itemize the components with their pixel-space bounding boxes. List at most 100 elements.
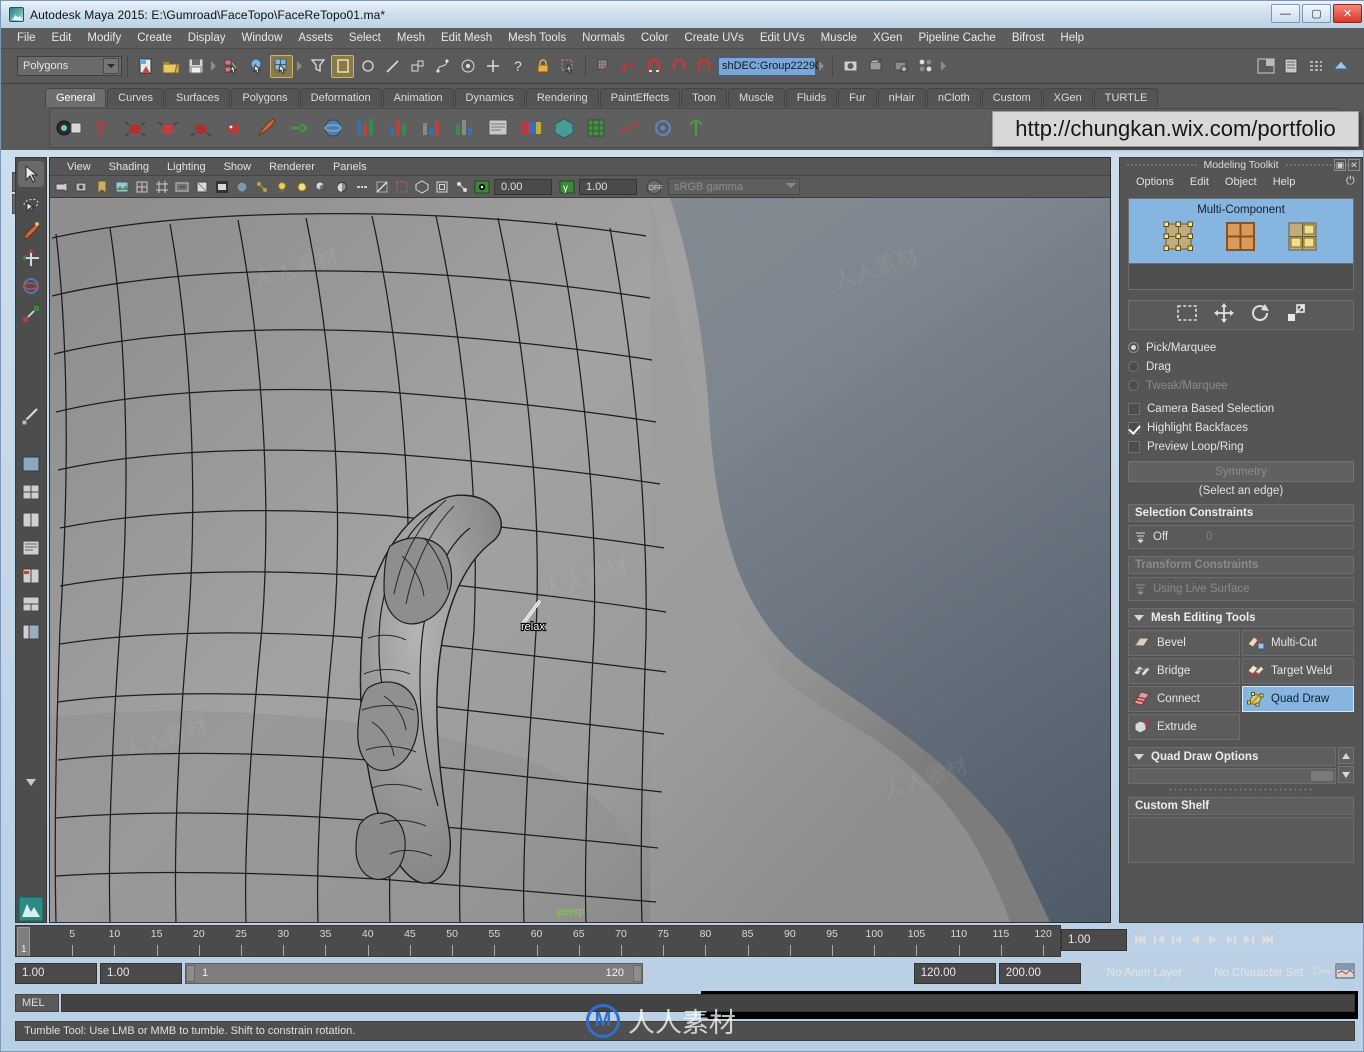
construction-history-icon[interactable] [617,55,640,78]
symmetry-button[interactable]: Symmetry [1128,461,1354,482]
toggle-sidebar-icon[interactable] [1254,55,1277,78]
magnet-icon-1[interactable] [642,55,665,78]
toolbar-collapse-arrow-3[interactable] [818,55,825,77]
menu-item-normals[interactable]: Normals [574,30,633,46]
minimize-button[interactable]: — [1271,4,1300,23]
quad-draw-options-body[interactable] [1128,768,1336,784]
shelf-tab-rendering[interactable]: Rendering [525,88,599,107]
menu-item-file[interactable]: File [9,30,44,46]
menu-item-window[interactable]: Window [233,30,290,46]
menu-item-pipeline-cache[interactable]: Pipeline Cache [910,30,1003,46]
paint-select-tool-icon[interactable] [18,217,44,243]
radio-button[interactable] [1128,361,1139,372]
menu-item-help[interactable]: Help [1052,30,1092,46]
move-icon[interactable] [1213,302,1235,329]
persp-outliner-layout-icon[interactable] [18,619,44,645]
exposure-value-field[interactable]: 0.00 [494,178,552,195]
gate-mask-icon[interactable] [212,177,231,196]
step-back-frame-icon[interactable] [1169,929,1185,949]
grid-green-icon[interactable] [582,113,612,143]
scale-tool-icon[interactable] [18,301,44,327]
tool-bevel[interactable]: Bevel [1128,630,1240,656]
toolbar-collapse-arrow-4[interactable] [940,55,947,77]
step-forward-frame-icon[interactable] [1223,929,1239,949]
move-tool-icon[interactable] [18,245,44,271]
sphere-blue-icon[interactable] [318,113,348,143]
image-plane-icon[interactable] [112,177,131,196]
graph-layout-icon[interactable] [18,563,44,589]
menu-item-modify[interactable]: Modify [79,30,129,46]
tool-settings-icon[interactable] [1304,55,1327,78]
shelf-tab-muscle[interactable]: Muscle [727,88,785,107]
film-gate-icon[interactable] [172,177,191,196]
isolate-select-icon[interactable] [392,177,411,196]
graph-editor-icon-3[interactable] [417,113,447,143]
quad-draw-options-header[interactable]: Quad Draw Options [1128,747,1336,766]
menu-item-xgen[interactable]: XGen [865,30,910,46]
custom-shelf-body[interactable] [1128,817,1354,863]
ao-icon[interactable] [332,177,351,196]
graph-editor-icon-2[interactable] [384,113,414,143]
shelf-tab-xgen[interactable]: XGen [1042,88,1093,107]
face-mode-icon[interactable] [1286,220,1320,257]
radio-button[interactable] [1128,342,1139,353]
live-surface-dropdown-icon[interactable] [1133,582,1147,596]
snap-view-plane-icon[interactable] [481,55,504,78]
camera-attributes-icon[interactable] [72,177,91,196]
outliner-layout-icon[interactable] [18,535,44,561]
time-slider[interactable]: 1 5 10 15 20 25 30 35 40 45 50 55 60 65 70 75 80 85 90 95 1… [15,925,1061,957]
shelf-tab-turtle[interactable]: TURTLE [1093,88,1159,107]
go-to-start-icon[interactable] [1133,929,1149,949]
shelf-tab-dynamics[interactable]: Dynamics [454,88,525,107]
shelf-tab-surfaces[interactable]: Surfaces [164,88,231,107]
power-toggle-icon[interactable]: ⏻ [1338,174,1355,190]
menu-item-display[interactable]: Display [180,30,234,46]
shelf-tab-custom[interactable]: Custom [981,88,1042,107]
range-slider[interactable]: 1 120 [185,962,643,984]
color-management-select[interactable]: sRGB gamma [668,178,800,195]
toolkit-menu-object[interactable]: Object [1217,176,1265,188]
selection-constraint-row[interactable]: Off 0 [1128,525,1354,549]
open-scene-icon[interactable] [159,55,182,78]
film-camera-icon[interactable] [54,113,84,143]
shelf-tab-deformation[interactable]: Deformation [299,88,382,107]
exposure-icon[interactable] [472,177,491,196]
magnet-icon-2[interactable] [667,55,690,78]
wireframe-shaded-icon[interactable] [412,177,431,196]
close-button[interactable]: ✕ [1333,4,1362,23]
menu-item-create[interactable]: Create [129,30,180,46]
channel-box-icon[interactable] [1329,55,1352,78]
lighting-all-icon[interactable] [292,177,311,196]
single-view-layout-icon[interactable] [18,451,44,477]
chevron-down-icon[interactable] [1134,753,1144,760]
input-connections-icon[interactable] [592,55,615,78]
menu-item-muscle[interactable]: Muscle [813,30,865,46]
animation-preferences-icon[interactable] [1335,962,1355,985]
toolkit-menu-help[interactable]: Help [1265,176,1304,188]
xray-joints-icon[interactable] [252,177,271,196]
select-by-hierarchy-icon[interactable] [220,55,243,78]
shelf-tab-nhair[interactable]: nHair [877,88,926,107]
toolkit-menu-options[interactable]: Options [1128,176,1182,188]
undock-icon[interactable]: ▣ [1334,159,1346,171]
new-scene-icon[interactable] [134,55,157,78]
four-view-layout-icon[interactable] [18,479,44,505]
shelf-tab-fluids[interactable]: Fluids [785,88,838,107]
paint-brush-icon[interactable] [252,113,282,143]
gamma-value-field[interactable]: 1.00 [579,178,637,195]
shelf-tab-toon[interactable]: Toon [681,88,727,107]
menu-item-bifrost[interactable]: Bifrost [1004,30,1053,46]
red-bug-icon-2[interactable] [153,113,183,143]
red-bug-icon-3[interactable] [186,113,216,143]
menu-item-color[interactable]: Color [633,30,676,46]
step-back-key-icon[interactable] [1151,929,1167,949]
shelf-tab-fur[interactable]: Fur [838,88,877,107]
show-manipulator-icon[interactable] [18,403,44,429]
chevron-down-icon[interactable] [1134,614,1144,621]
menu-item-mesh-tools[interactable]: Mesh Tools [500,30,574,46]
command-input[interactable] [61,994,1355,1012]
scale-icon[interactable] [1285,302,1307,329]
selection-mode-drag[interactable]: Drag [1128,357,1354,376]
lasso-tool-icon[interactable] [356,55,379,78]
select-camera-icon[interactable] [52,177,71,196]
